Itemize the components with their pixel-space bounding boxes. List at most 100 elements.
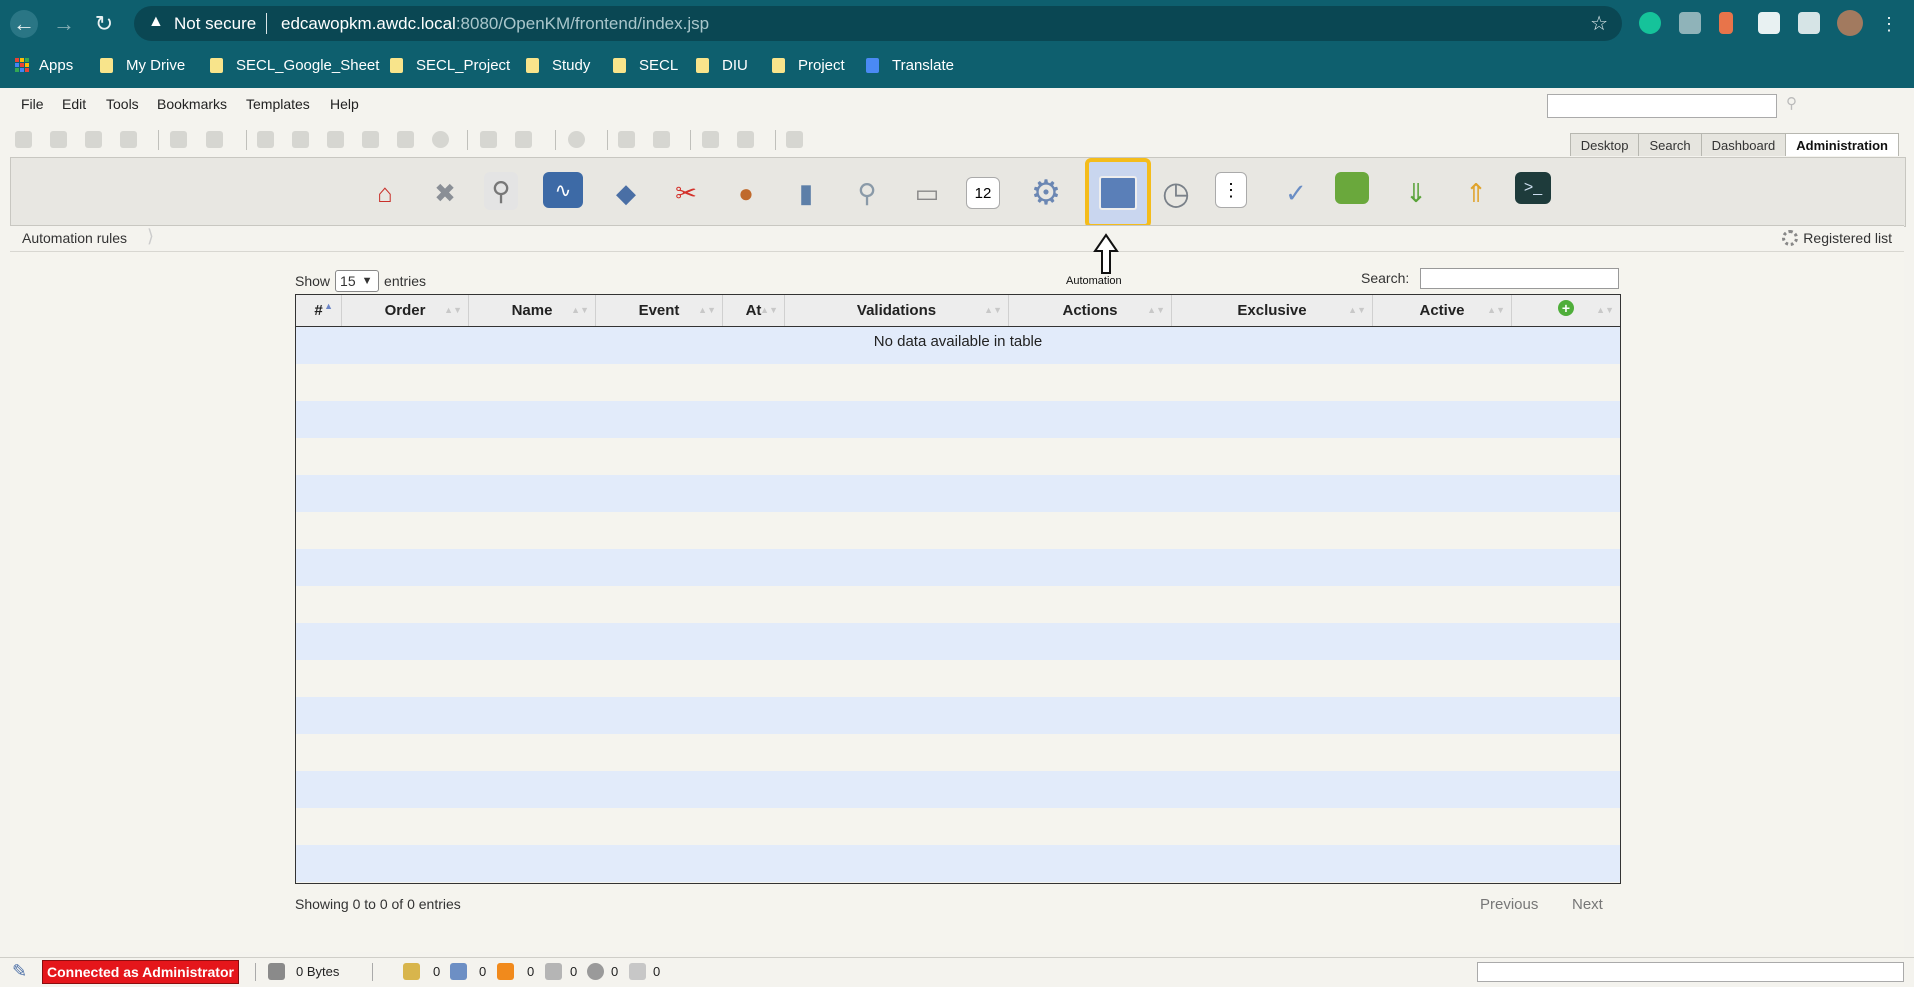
address-bar[interactable]: ▲ Not secure edcawopkm.awdc.local:8080/O… xyxy=(134,6,1622,41)
list-icon[interactable]: ⋮ xyxy=(1215,172,1247,208)
toolbar-icon[interactable] xyxy=(120,131,137,148)
toolbar-icon[interactable] xyxy=(170,131,187,148)
workflow-icon[interactable]: ◆ xyxy=(605,172,647,214)
toolbar-icon[interactable] xyxy=(50,131,67,148)
tab-dashboard[interactable]: Dashboard xyxy=(1700,133,1787,156)
table-search-input[interactable] xyxy=(1420,268,1619,289)
toolbar-icon[interactable] xyxy=(480,131,497,148)
column-header-exclusive[interactable]: Exclusive ▲▼ xyxy=(1172,295,1373,326)
bookmark-my-drive[interactable]: My Drive xyxy=(100,54,185,76)
column-header-event[interactable]: Event ▲▼ xyxy=(596,295,723,326)
kebab-menu-icon[interactable]: ⋮ xyxy=(1875,10,1903,38)
toolbar-icon[interactable] xyxy=(362,131,379,148)
menu-help[interactable]: Help xyxy=(330,96,359,112)
column-header-actions[interactable]: Actions ▲▼ xyxy=(1009,295,1172,326)
bookmark-secl[interactable]: SECL xyxy=(613,54,678,76)
quick-search-input[interactable] xyxy=(1547,94,1777,118)
toolbar-icon[interactable] xyxy=(702,131,719,148)
toolbar-icon[interactable] xyxy=(568,131,585,148)
column-header-active[interactable]: Active ▲▼ xyxy=(1373,295,1512,326)
column-header-validations[interactable]: Validations ▲▼ xyxy=(785,295,1009,326)
tab-desktop[interactable]: Desktop xyxy=(1569,133,1640,156)
toolbar-icon[interactable] xyxy=(653,131,670,148)
scanner-icon[interactable]: ▭ xyxy=(906,172,948,214)
camera-icon[interactable] xyxy=(1679,12,1701,34)
back-icon[interactable]: ← xyxy=(10,10,38,38)
bookmark-diu[interactable]: DIU xyxy=(696,54,748,76)
add-rule-icon[interactable]: + xyxy=(1558,299,1574,316)
gear-icon[interactable] xyxy=(587,963,604,980)
screen-record-icon[interactable] xyxy=(1758,12,1780,34)
search-icon[interactable]: ⚲ xyxy=(1786,94,1797,112)
import-icon[interactable]: ⇓ xyxy=(1395,172,1437,214)
calendar-icon[interactable]: 12 xyxy=(966,177,1000,209)
tab-administration[interactable]: Administration xyxy=(1785,133,1899,156)
terminal-icon[interactable]: >_ xyxy=(1515,172,1551,204)
search-doc-icon[interactable]: ⚲ xyxy=(484,172,518,210)
bookmark-star-icon[interactable]: ☆ xyxy=(1590,11,1608,36)
column-header-name[interactable]: Name ▲▼ xyxy=(469,295,596,326)
column-label: At xyxy=(745,302,762,319)
brush-icon[interactable]: ✓ xyxy=(1275,172,1317,214)
sort-icon: ▲▼ xyxy=(698,305,716,315)
column-header-at[interactable]: At ▲▼ xyxy=(723,295,785,326)
toolbar-icon[interactable] xyxy=(397,131,414,148)
menu-templates[interactable]: Templates xyxy=(246,96,310,112)
tools-icon[interactable]: ✖ xyxy=(424,172,466,214)
column-label: Name xyxy=(511,302,553,319)
gear-icon[interactable]: ⚙ xyxy=(1025,172,1067,214)
toolbar-icon[interactable] xyxy=(85,131,102,148)
menu-edit[interactable]: Edit xyxy=(62,96,86,112)
bookmark-project[interactable]: Project xyxy=(772,54,845,76)
column-header-order[interactable]: Order ▲▼ xyxy=(342,295,469,326)
database-icon[interactable]: ▮ xyxy=(785,172,827,214)
bookmark-translate[interactable]: Translate xyxy=(866,54,954,76)
grammarly-icon[interactable] xyxy=(1639,12,1661,34)
green-box-icon[interactable] xyxy=(1335,172,1369,204)
bookmark-study[interactable]: Study xyxy=(526,54,590,76)
avatar[interactable] xyxy=(1837,10,1863,36)
bookmark-secl-project[interactable]: SECL_Project xyxy=(390,54,510,76)
tab-search[interactable]: Search xyxy=(1638,133,1702,156)
users-icon[interactable]: ● xyxy=(725,172,767,214)
reload-icon[interactable]: ↻ xyxy=(90,10,118,38)
column-header-number[interactable]: # ▲ xyxy=(296,295,342,326)
toolbar-icon[interactable] xyxy=(618,131,635,148)
url-text[interactable]: edcawopkm.awdc.local:8080/OpenKM/fronten… xyxy=(281,14,709,34)
toolbar-icon[interactable] xyxy=(15,131,32,148)
magnifier-icon[interactable]: ⚲ xyxy=(846,172,888,214)
toolbar-icon[interactable] xyxy=(292,131,309,148)
toolbar-icon[interactable] xyxy=(786,131,803,148)
toolbar-icon[interactable] xyxy=(515,131,532,148)
clock-icon[interactable]: ◷ xyxy=(1155,172,1197,214)
breadcrumb-current[interactable]: Automation rules xyxy=(22,230,127,246)
export-icon[interactable]: ⇑ xyxy=(1455,172,1497,214)
automation-icon[interactable] xyxy=(1085,158,1151,228)
scissors-icon[interactable]: ✂ xyxy=(665,172,707,214)
checkout-icon[interactable] xyxy=(450,963,467,980)
toolbar-icon[interactable] xyxy=(257,131,274,148)
label-icon[interactable] xyxy=(629,963,646,980)
toolbar-icon[interactable] xyxy=(737,131,754,148)
puzzle-icon[interactable] xyxy=(1798,12,1820,34)
mail-icon[interactable] xyxy=(497,963,514,980)
toolbar-icon[interactable] xyxy=(206,131,223,148)
forward-icon[interactable]: → xyxy=(50,10,78,38)
previous-page-button[interactable]: Previous xyxy=(1480,896,1538,913)
menu-file[interactable]: File xyxy=(21,96,44,112)
toolbar-icon[interactable] xyxy=(432,131,449,148)
bookmark-apps[interactable]: Apps xyxy=(15,54,73,76)
registered-list-button[interactable]: Registered list xyxy=(1782,230,1892,246)
security-label[interactable]: Not secure xyxy=(174,14,256,34)
menu-bookmarks[interactable]: Bookmarks xyxy=(157,96,227,112)
home-icon[interactable]: ⌂ xyxy=(364,172,406,214)
lock-icon[interactable] xyxy=(403,963,420,980)
bookmark-secl-google-sheet[interactable]: SECL_Google_Sheet xyxy=(210,54,379,76)
menu-tools[interactable]: Tools xyxy=(106,96,139,112)
page-size-select[interactable]: 15 ▼ xyxy=(335,270,380,292)
next-page-button[interactable]: Next xyxy=(1572,896,1603,913)
monitor-icon[interactable]: ∿ xyxy=(543,172,583,208)
toolbar-icon[interactable] xyxy=(327,131,344,148)
tag-icon[interactable] xyxy=(545,963,562,980)
extension-icon[interactable] xyxy=(1719,12,1733,34)
